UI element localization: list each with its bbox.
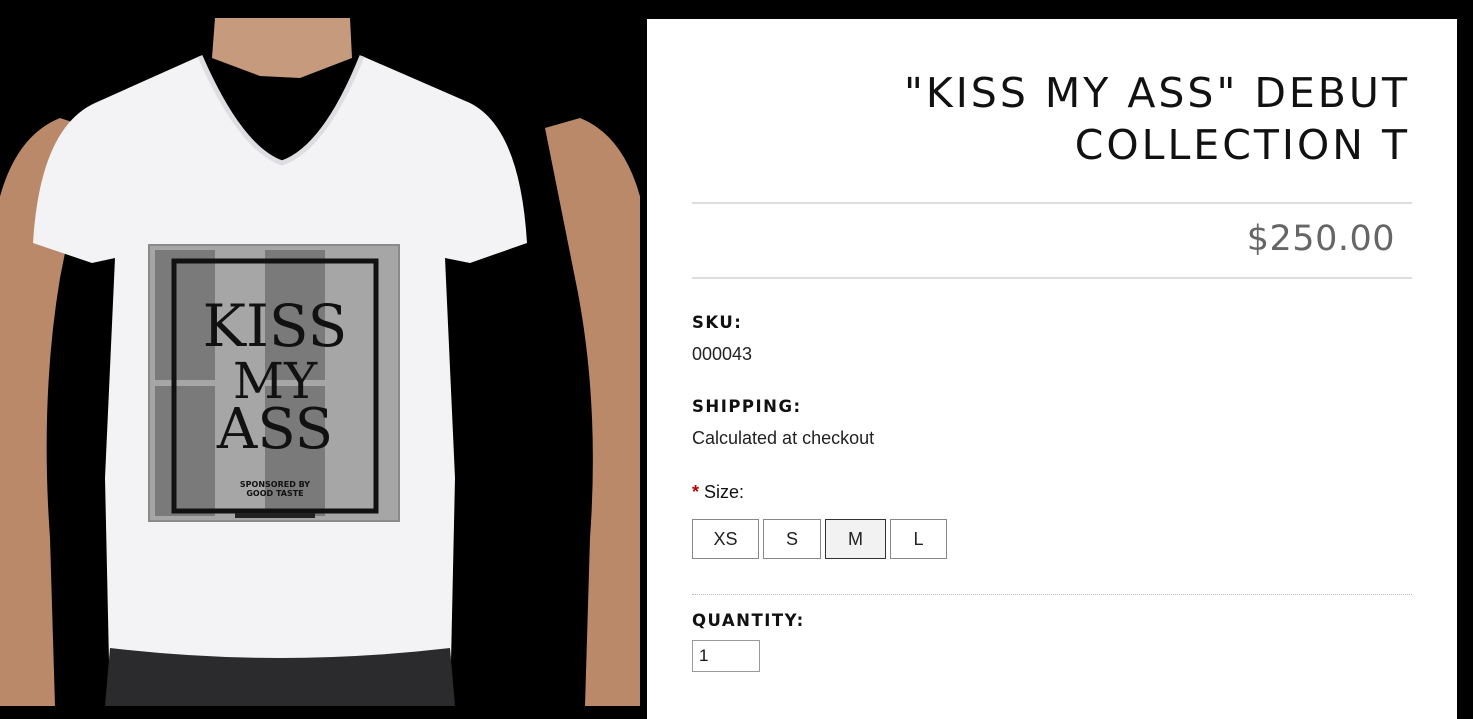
required-marker: * [692, 482, 700, 502]
size-options: XS S M L [692, 519, 947, 559]
size-option-xs[interactable]: XS [692, 519, 759, 559]
divider [692, 202, 1412, 204]
product-image: KISS MY ASS SPONSORED BY GOOD TASTE [0, 18, 640, 706]
print-text-kiss: KISS [203, 292, 348, 360]
quantity-input[interactable] [692, 640, 760, 672]
divider [692, 594, 1412, 595]
quantity-label: QUANTITY: [692, 611, 805, 630]
product-details-panel: "KISS MY ASS" DEBUT COLLECTION T $250.00… [647, 19, 1457, 719]
product-title-line1: "KISS MY ASS" DEBUT [903, 69, 1410, 117]
shipping-label: SHIPPING: [692, 397, 802, 416]
tshirt-photo: KISS MY ASS SPONSORED BY GOOD TASTE [0, 18, 640, 706]
divider [692, 277, 1412, 279]
size-label: * Size: [692, 482, 744, 503]
print-small-1: SPONSORED BY [240, 480, 310, 489]
size-option-m[interactable]: M [825, 519, 886, 559]
shipping-value: Calculated at checkout [692, 428, 875, 448]
size-label-text: Size: [704, 482, 745, 502]
size-option-s[interactable]: S [763, 519, 821, 559]
sku-label: SKU: [692, 313, 743, 332]
product-title-line2: COLLECTION T [1074, 121, 1410, 169]
print-text-ass: ASS [216, 397, 333, 462]
print-small-2: GOOD TASTE [246, 489, 303, 498]
sku-value: 000043 [692, 344, 753, 364]
product-price: $250.00 [1246, 219, 1395, 259]
size-option-l[interactable]: L [890, 519, 947, 559]
product-title: "KISS MY ASS" DEBUT COLLECTION T [710, 67, 1410, 171]
